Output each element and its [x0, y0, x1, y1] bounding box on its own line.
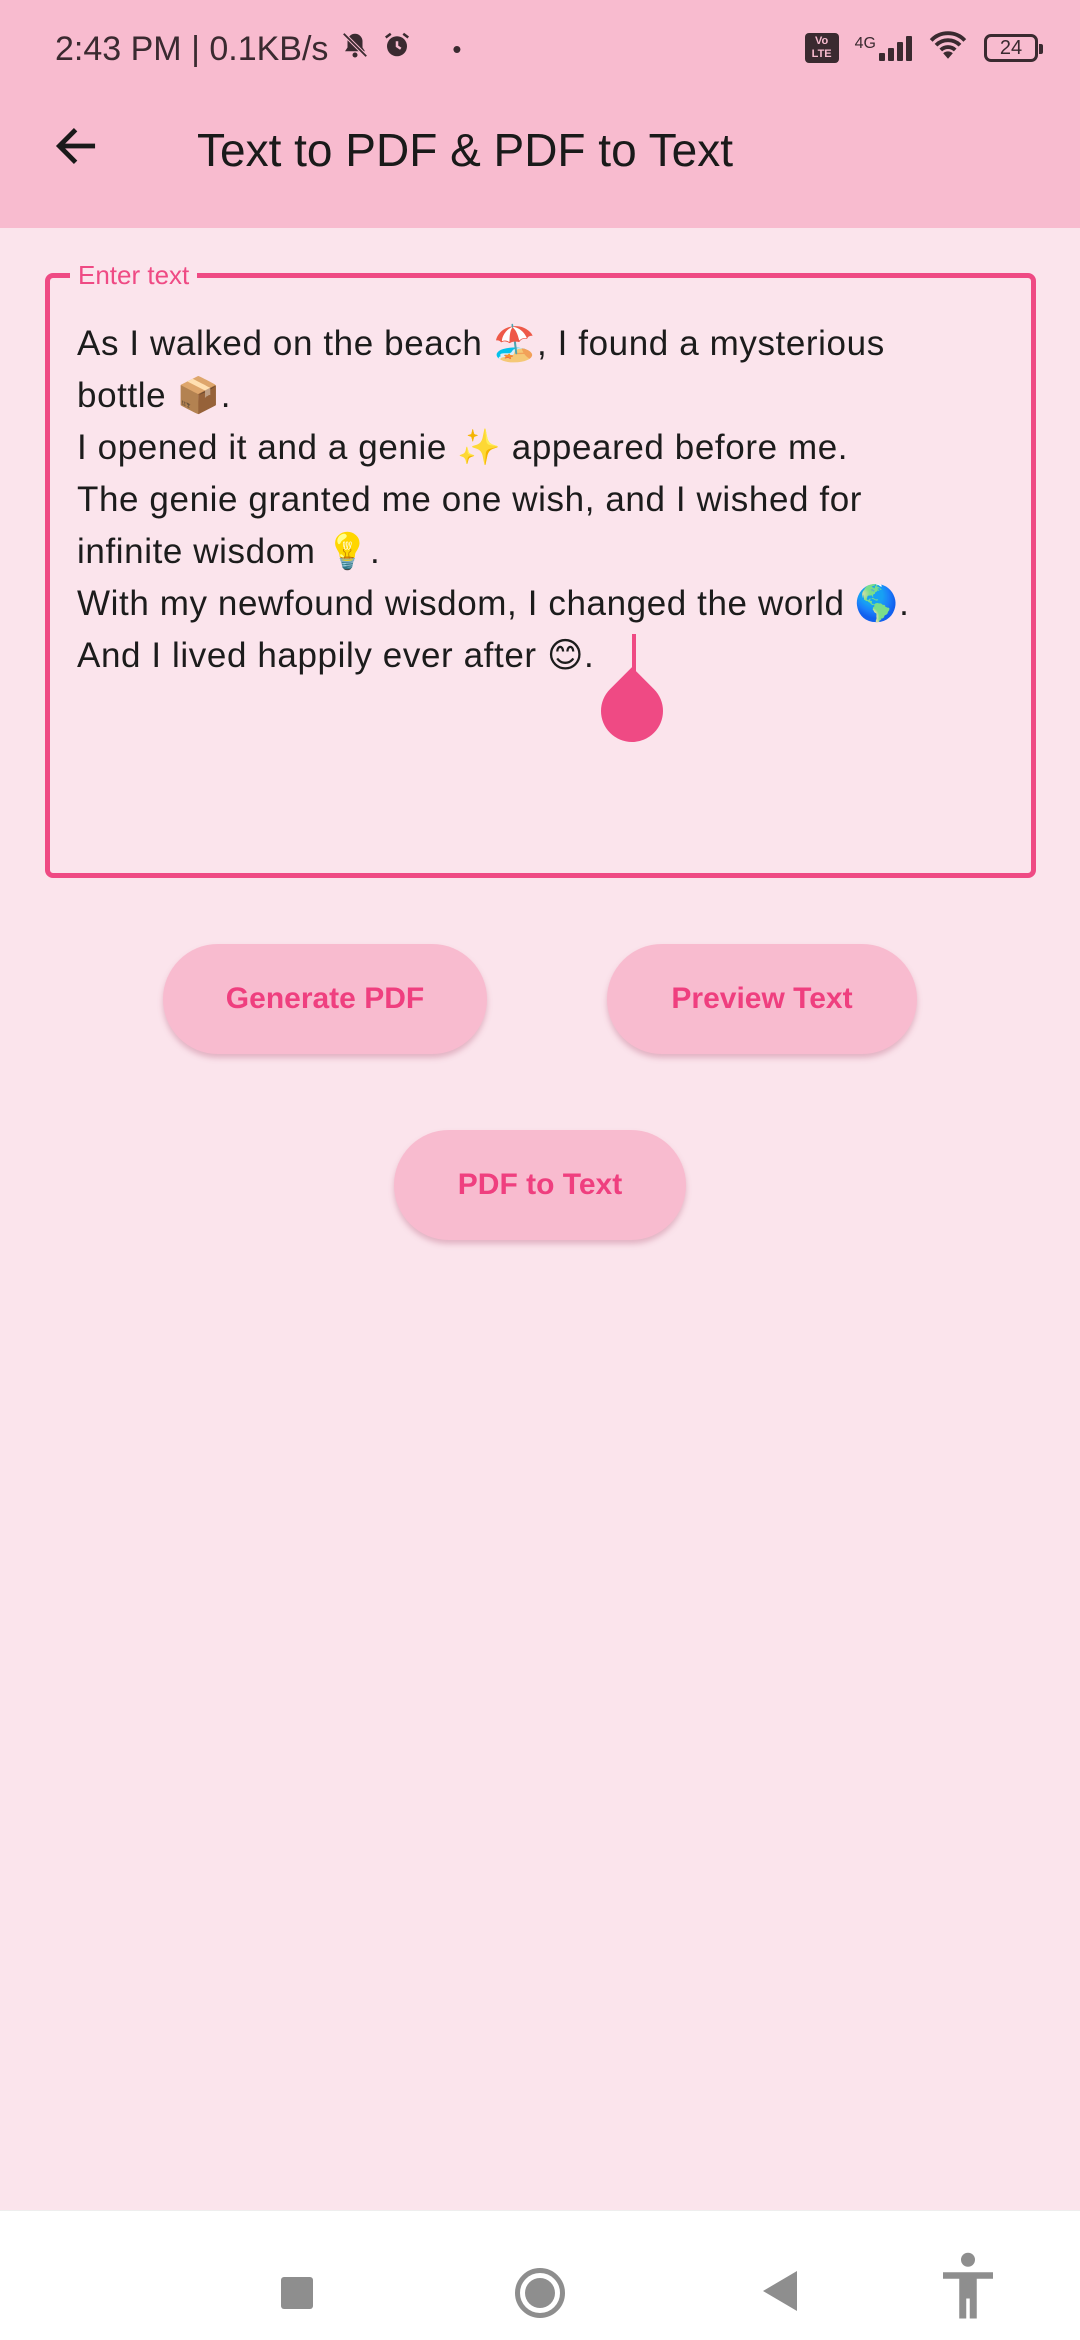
page-title: Text to PDF & PDF to Text [197, 124, 733, 176]
volte-icon: Vo LTE [804, 33, 839, 63]
generate-pdf-button[interactable]: Generate PDF [163, 944, 487, 1054]
status-dot: • [452, 33, 462, 64]
signal-icon: 4G [855, 35, 912, 61]
text-input-field[interactable]: Enter text As I walked on the beach 🏖️, … [45, 260, 1036, 878]
signal-bars [879, 35, 912, 61]
status-left: 2:43 PM | 0.1KB/s • [55, 24, 462, 74]
alarm-icon [382, 30, 412, 69]
text-input-label: Enter text [70, 260, 198, 290]
battery-icon: 24 [984, 34, 1043, 62]
network-type-label: 4G [854, 35, 876, 52]
arrow-left-icon [51, 121, 101, 176]
text-input-value[interactable]: As I walked on the beach 🏖️, I found a m… [77, 318, 1007, 682]
system-nav-bar [0, 2210, 1080, 2340]
mute-icon [340, 30, 370, 69]
back-button[interactable] [40, 112, 112, 184]
wifi-icon [928, 30, 968, 67]
recents-square-icon[interactable] [281, 2277, 313, 2309]
accessibility-icon[interactable] [938, 2251, 998, 2321]
back-triangle-icon[interactable] [763, 2271, 797, 2311]
status-bar: 2:43 PM | 0.1KB/s • Vo LTE 4G 24 [0, 0, 1080, 96]
status-time-speed: 2:43 PM | 0.1KB/s [55, 29, 329, 68]
status-right: Vo LTE 4G 24 [804, 28, 1043, 68]
home-circle-icon[interactable] [515, 2268, 565, 2318]
preview-text-button[interactable]: Preview Text [607, 944, 917, 1054]
pdf-to-text-button[interactable]: PDF to Text [394, 1130, 686, 1240]
app-bar: 2:43 PM | 0.1KB/s • Vo LTE 4G 24 Text to… [0, 0, 1080, 228]
